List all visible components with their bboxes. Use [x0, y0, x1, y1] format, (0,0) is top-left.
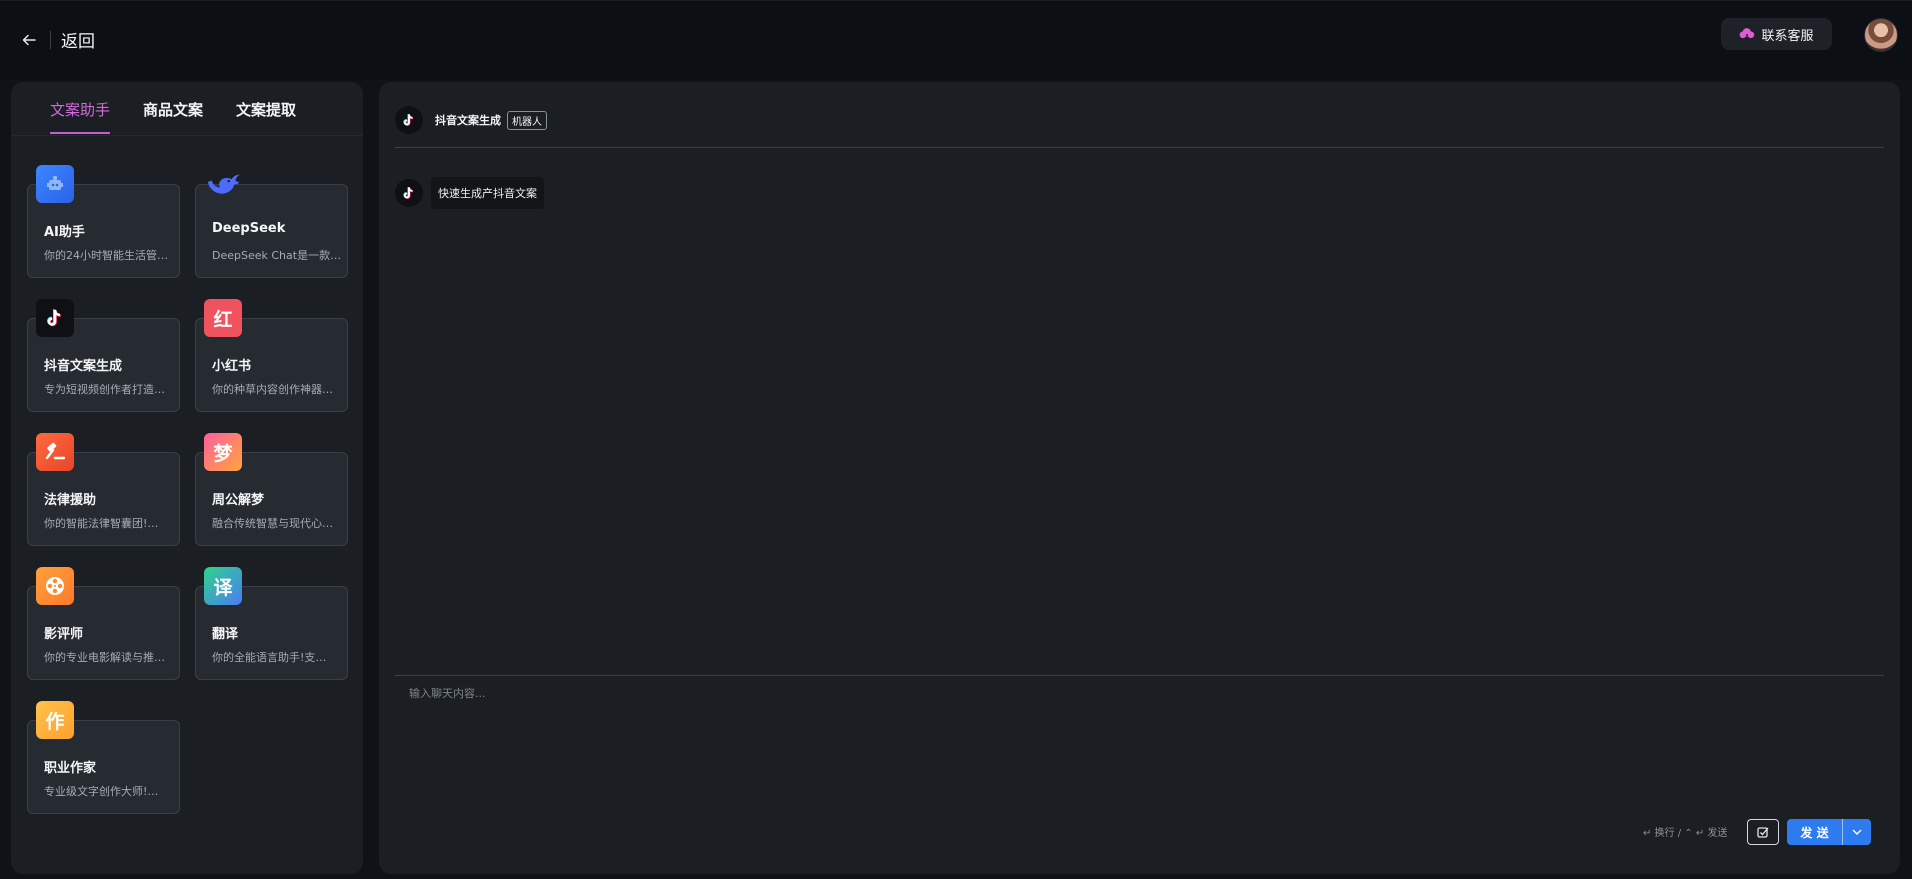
assistant-desc: 专业级文字创作大师!…: [44, 785, 159, 798]
tiktok-icon: [36, 299, 74, 337]
contact-support-label: 联系客服: [1761, 28, 1814, 44]
tiktok-icon: [403, 113, 414, 126]
back-label: 返回: [61, 32, 95, 52]
tiktok-icon: [403, 186, 414, 199]
arrow-left-icon: [22, 34, 36, 45]
translate-icon: 译: [204, 567, 242, 605]
back-button[interactable]: 返回: [20, 27, 95, 52]
bot-avatar: [395, 106, 423, 134]
assistant-panel: 文案助手 商品文案 文案提取 AI助手 你的24小时智能生活管… DeepSee…: [11, 82, 363, 874]
deepseek-whale-icon: [204, 165, 242, 203]
assistant-desc: 专为短视频创作者打造…: [44, 383, 165, 396]
assistant-title: 小红书: [212, 359, 252, 374]
gavel-icon: [36, 433, 74, 471]
assistant-title: 抖音文案生成: [44, 359, 123, 374]
assistant-title: 影评师: [44, 627, 84, 642]
send-options-dropdown[interactable]: [1843, 819, 1871, 845]
contact-support-button[interactable]: 联系客服: [1721, 18, 1832, 50]
assistant-desc: 你的24小时智能生活管…: [44, 249, 168, 262]
assistant-desc: DeepSeek Chat是一款…: [212, 249, 342, 262]
assistant-desc: 你的种草内容创作神器…: [212, 383, 333, 396]
assistant-card-legal[interactable]: 法律援助 你的智能法律智囊团!…: [27, 433, 180, 546]
chat-input[interactable]: [409, 685, 1869, 785]
assistant-desc: 你的专业电影解读与推…: [44, 651, 165, 664]
film-reel-icon: [36, 567, 74, 605]
assistant-title: 周公解梦: [212, 493, 265, 508]
assistant-card-xiaohongshu[interactable]: 红 小红书 你的种草内容创作神器…: [195, 299, 348, 412]
assistant-desc: 你的全能语言助手!支…: [212, 651, 327, 664]
assistant-card-writer[interactable]: 作 职业作家 专业级文字创作大师!…: [27, 701, 180, 814]
assistant-desc: 融合传统智慧与现代心…: [212, 517, 333, 530]
assistant-tabs: 文案助手 商品文案 文案提取: [11, 82, 363, 136]
bot-avatar: [395, 179, 423, 207]
chat-header: 抖音文案生成 机器人: [395, 106, 547, 134]
cloud-support-icon: [1740, 28, 1755, 40]
message-bubble: 快速生成产抖音文案: [431, 177, 544, 209]
chat-message: 快速生成产抖音文案: [395, 177, 544, 209]
robot-icon: [36, 165, 74, 203]
edit-checkbox-button[interactable]: [1747, 819, 1779, 845]
bot-name: 抖音文案生成: [435, 114, 501, 127]
back-divider: [50, 30, 51, 49]
chat-header-divider: [395, 147, 1884, 148]
assistant-title: 翻译: [212, 627, 239, 642]
assistant-desc: 你的智能法律智囊团!…: [44, 517, 159, 530]
keyboard-hint: ↵ 换行 / ⌃ ↵ 发送: [1643, 828, 1728, 839]
input-divider: [395, 675, 1884, 676]
assistant-title: DeepSeek: [212, 221, 286, 236]
assistant-title: 法律援助: [44, 493, 97, 508]
top-bar: 返回 联系客服: [0, 0, 1912, 80]
assistant-title: 职业作家: [44, 761, 97, 776]
chat-panel: 抖音文案生成 机器人 快速生成产抖音文案 ↵ 换行 / ⌃ ↵ 发送 发 送: [379, 82, 1900, 874]
edit-check-icon: [1757, 827, 1769, 838]
xiaohongshu-icon: 红: [204, 299, 242, 337]
assistant-card-dream[interactable]: 梦 周公解梦 融合传统智慧与现代心…: [195, 433, 348, 546]
send-button[interactable]: 发 送: [1787, 819, 1871, 845]
send-label: 发 送: [1787, 819, 1843, 845]
tab-product-copy[interactable]: 商品文案: [143, 99, 203, 120]
tab-copy-extraction[interactable]: 文案提取: [236, 99, 296, 120]
writer-icon: 作: [36, 701, 74, 739]
assistant-card-ai[interactable]: AI助手 你的24小时智能生活管…: [27, 165, 180, 278]
assistant-card-douyin[interactable]: 抖音文案生成 专为短视频创作者打造…: [27, 299, 180, 412]
user-avatar[interactable]: [1864, 18, 1898, 52]
assistant-title: AI助手: [44, 225, 85, 240]
dream-icon: 梦: [204, 433, 242, 471]
tab-copywriting-assistant[interactable]: 文案助手: [50, 99, 111, 134]
assistant-card-deepseek[interactable]: DeepSeek DeepSeek Chat是一款…: [195, 174, 348, 278]
assistant-card-film-critic[interactable]: 影评师 你的专业电影解读与推…: [27, 567, 180, 680]
chevron-down-icon: [1852, 829, 1862, 835]
assistant-card-translate[interactable]: 译 翻译 你的全能语言助手!支…: [195, 567, 348, 680]
bot-tag: 机器人: [507, 110, 547, 130]
